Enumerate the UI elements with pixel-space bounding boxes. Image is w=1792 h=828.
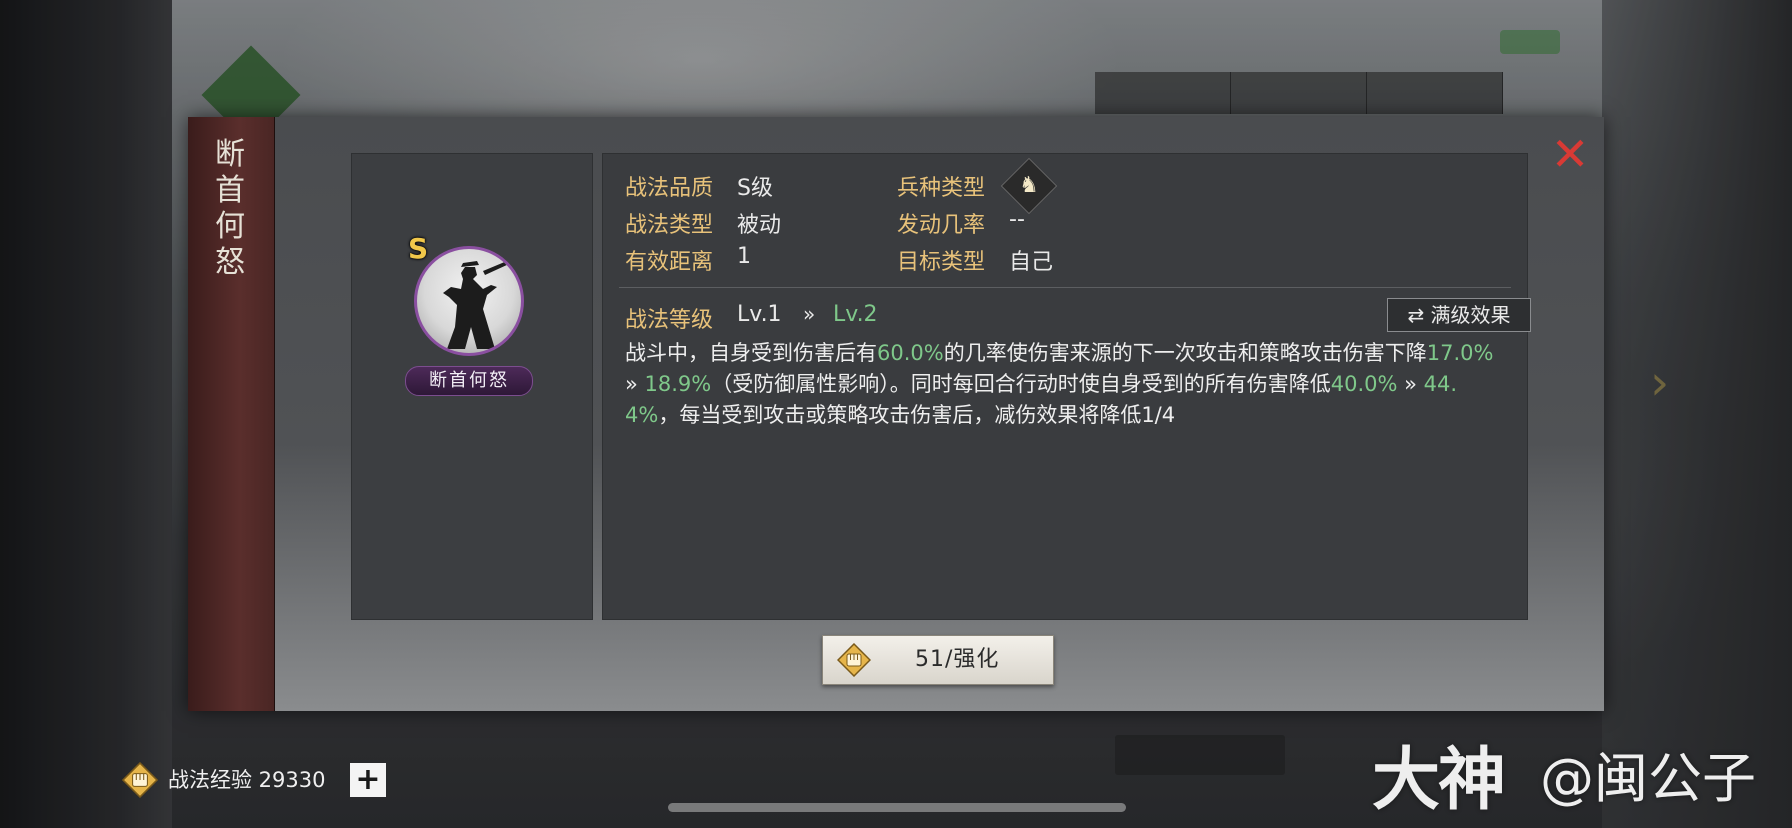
desc-text: ，每当受到攻击或策略攻击伤害后，减伤效果将降低1/4 (658, 403, 1176, 427)
skill-exp-text: 战法经验 29330 (168, 768, 326, 792)
max-level-effect-button[interactable]: ⇄ 满级效果 (1387, 298, 1531, 332)
range-value: 1 (737, 244, 751, 269)
quality-label: 战法品质 (625, 176, 714, 201)
attribute-row: 战法类型 被动 发动几率 -- (625, 207, 1485, 244)
desc-value-current: 40.0% (1330, 372, 1398, 396)
type-label: 战法类型 (625, 213, 714, 238)
desc-value-chance: 60.0% (877, 341, 944, 365)
desc-text: （受防御属性影响）。同时每回合行动时使自身受到的所有伤害降低 (711, 372, 1331, 396)
modal-side-title: 断首何怒 (215, 137, 245, 280)
home-indicator[interactable] (668, 803, 1126, 812)
desc-text: 的几率使伤害来源的下一次攻击和策略攻击伤害下降 (943, 341, 1427, 365)
attribute-grid: 战法品质 S级 兵种类型 ♞ 战法类型 被动 发动几率 -- 有效距离 1 目标… (625, 157, 1485, 281)
skill-detail-modal: 断首何怒 ✕ S 断首何怒 战法品质 S级 兵种类型 ♞ 战法类型 被动 发动几… (188, 117, 1604, 711)
skill-avatar-wrap: S (408, 232, 524, 356)
skill-description: 战斗中，自身受到伤害后有60.0%的几率使伤害来源的下一次攻击和策略攻击伤害下降… (625, 338, 1509, 431)
skill-level-row: 战法等级 Lv.1 » Lv.2 ⇄ 满级效果 (625, 298, 1531, 333)
level-next: Lv.2 (833, 302, 878, 327)
upgrade-button-label: 51/强化 (915, 647, 1000, 672)
desc-arrow: » (625, 372, 645, 396)
desc-value-next: 18.9% (644, 372, 712, 396)
range-label: 有效距离 (625, 250, 714, 275)
trigger-label: 发动几率 (897, 213, 986, 238)
desc-value-current: 17.0% (1426, 341, 1494, 365)
fist-icon (122, 762, 158, 798)
desc-text: 战斗中，自身受到伤害后有 (625, 341, 877, 365)
attribute-row: 有效距离 1 目标类型 自己 (625, 244, 1485, 281)
fist-icon (837, 643, 871, 677)
desc-arrow: » (1397, 372, 1424, 396)
level-label: 战法等级 (625, 308, 714, 333)
divider (619, 287, 1511, 288)
quality-value: S级 (737, 176, 773, 201)
unit-type-label: 兵种类型 (897, 176, 986, 201)
skill-name-tag: 断首何怒 (405, 366, 533, 396)
warrior-silhouette-icon (443, 261, 509, 349)
trigger-value: -- (1009, 207, 1025, 232)
watermark-handle: @闽公子 (1540, 747, 1756, 810)
type-value: 被动 (737, 213, 782, 238)
skill-info-panel: 战法品质 S级 兵种类型 ♞ 战法类型 被动 发动几率 -- 有效距离 1 目标… (602, 153, 1531, 620)
add-exp-button[interactable]: + (350, 763, 386, 797)
skill-portrait-panel: S 断首何怒 (351, 153, 593, 620)
skill-avatar (414, 246, 524, 356)
grade-badge: S (408, 232, 429, 265)
close-icon[interactable]: ✕ (1546, 131, 1594, 179)
target-value: 自己 (1009, 250, 1054, 275)
upgrade-button[interactable]: 51/强化 (822, 635, 1054, 685)
attribute-row: 战法品质 S级 兵种类型 ♞ (625, 157, 1485, 215)
level-current: Lv.1 (737, 302, 782, 327)
modal-side-banner: 断首何怒 (188, 117, 275, 711)
target-label: 目标类型 (897, 250, 986, 275)
watermark-brand: 大神 (1372, 741, 1506, 820)
cavalry-horse-icon: ♞ (1000, 157, 1058, 215)
level-arrow-icon: » (803, 302, 816, 326)
